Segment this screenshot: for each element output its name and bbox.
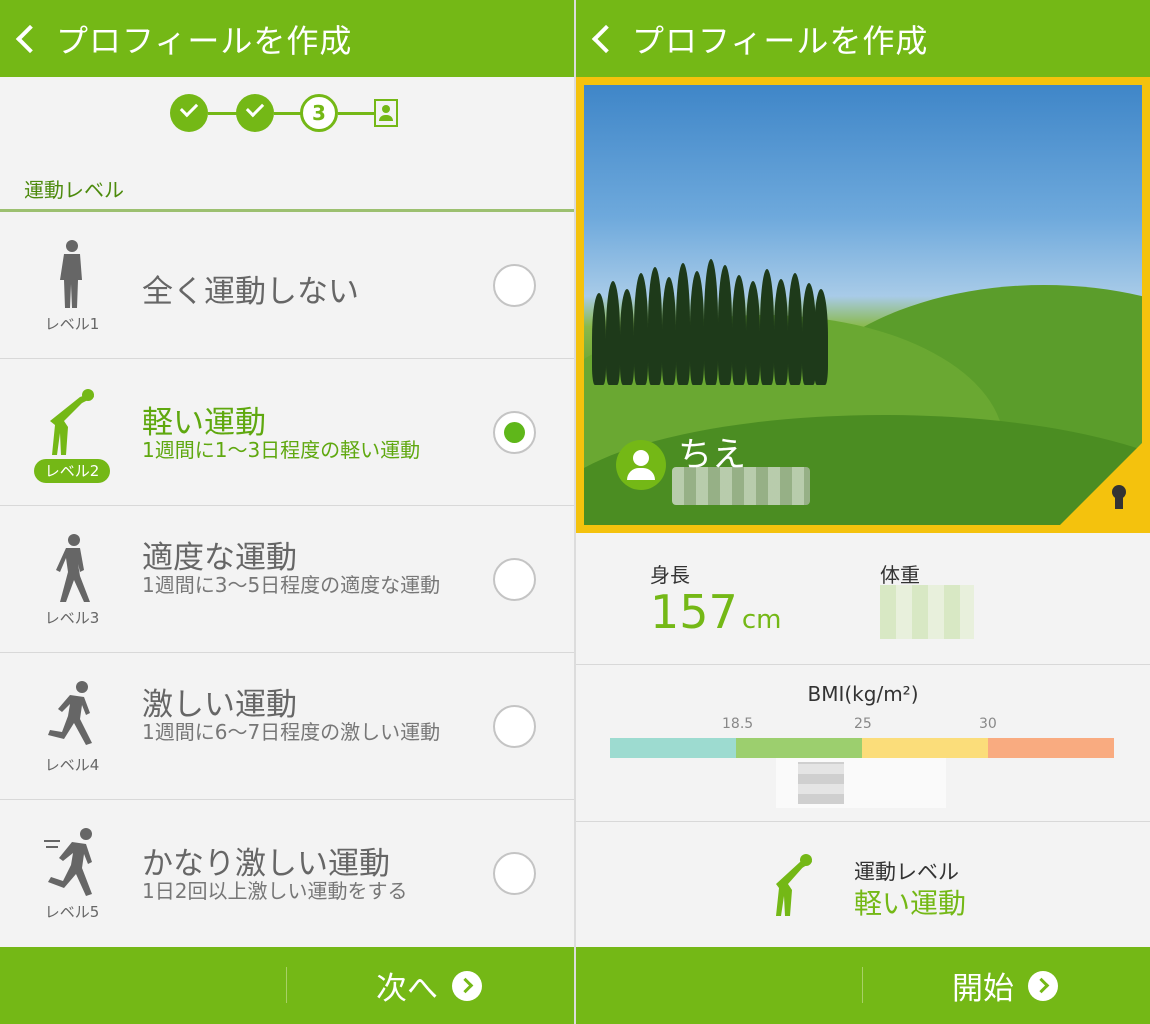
avatar-icon[interactable]	[616, 440, 666, 490]
level-title: 全く運動しない	[142, 274, 359, 310]
profile-cover-frame: ちえ	[576, 77, 1150, 533]
stretching-figure-icon	[50, 389, 94, 455]
bottom-bar: 次へ	[0, 947, 574, 1024]
level-row-1[interactable]: レベル1 全く運動しない	[0, 212, 574, 359]
step-1-check-icon	[170, 94, 208, 132]
app-bar-title: プロフィールを作成	[632, 21, 929, 60]
radio-icon[interactable]	[493, 264, 536, 307]
bmi-range-underweight	[610, 738, 736, 758]
radio-icon[interactable]	[493, 852, 536, 895]
running-figure-icon	[48, 681, 92, 745]
back-icon[interactable]	[15, 24, 45, 53]
sprinting-figure-icon	[44, 828, 92, 896]
level-description: 1週間に6〜7日程度の激しい運動	[142, 720, 441, 744]
level-row-3[interactable]: レベル3 適度な運動 1週間に3〜5日程度の適度な運動	[0, 506, 574, 653]
arrow-right-icon	[1028, 970, 1058, 1001]
level-row-5[interactable]: レベル5 かなり激しい運動 1日2回以上激しい運動をする	[0, 800, 574, 947]
level-title: 軽い運動	[142, 405, 266, 441]
level-description: 1週間に1〜3日程度の軽い運動	[142, 438, 421, 462]
bottom-bar-separator	[286, 967, 287, 1003]
progress-stepper: 3	[170, 94, 410, 134]
profile-card-icon	[374, 99, 398, 127]
body-stats: 身長 157 cm 体重	[576, 533, 1150, 665]
height-value: 157 cm	[650, 585, 781, 639]
bmi-tick: 30	[979, 716, 997, 732]
level-title: 適度な運動	[142, 540, 297, 576]
step-3-current: 3	[300, 94, 338, 132]
bmi-section: BMI(kg/m²) 18.5 25 30	[576, 666, 1150, 822]
corner-badge	[1060, 443, 1142, 525]
bmi-tick: 18.5	[722, 716, 754, 732]
level-badge: レベル4	[44, 756, 100, 774]
cypress-trees	[592, 255, 832, 385]
level-badge: レベル5	[44, 903, 100, 921]
redacted-weight	[880, 585, 974, 639]
height-number: 157	[650, 585, 738, 639]
step-connector	[208, 112, 238, 115]
step-2-check-icon	[236, 94, 274, 132]
exercise-level-value: 軽い運動	[854, 887, 967, 920]
level-row-4[interactable]: レベル4 激しい運動 1週間に6〜7日程度の激しい運動	[0, 653, 574, 800]
right-panel: プロフィールを作成 ちえ 身長 157 cm 体重 BMI(kg/m²) 18.…	[576, 0, 1150, 1024]
radio-icon[interactable]	[493, 558, 536, 601]
level-title: 激しい運動	[142, 687, 297, 723]
bmi-range-overweight	[862, 738, 988, 758]
lock-icon[interactable]	[1110, 485, 1128, 511]
section-label: 運動レベル	[24, 178, 124, 202]
bottom-bar-separator	[862, 967, 863, 1003]
radio-icon[interactable]	[493, 705, 536, 748]
radio-selected-icon[interactable]	[493, 411, 536, 454]
bmi-range-obese	[988, 738, 1114, 758]
walking-figure-icon	[56, 534, 90, 602]
level-badge-selected: レベル2	[34, 459, 110, 483]
redacted-info	[672, 467, 810, 505]
height-label: 身長	[650, 563, 690, 587]
bmi-title: BMI(kg/m²)	[807, 682, 919, 706]
exercise-level-list: レベル1 全く運動しない レベル2 軽い運動 1週間に1〜3日程度の軽い運動 レ…	[0, 212, 574, 947]
level-title: かなり激しい運動	[142, 846, 390, 882]
next-button-label: 次へ	[376, 971, 438, 1007]
level-badge: レベル3	[44, 609, 100, 627]
standing-figure-icon	[60, 240, 82, 308]
redacted-bmi	[776, 758, 946, 808]
step-connector	[274, 112, 302, 115]
level-badge: レベル1	[44, 315, 100, 333]
next-button[interactable]: 次へ	[376, 947, 482, 1024]
app-bar: プロフィールを作成	[576, 0, 1150, 77]
level-description: 1日2回以上激しい運動をする	[142, 879, 408, 903]
arrow-right-icon	[452, 970, 482, 1001]
level-row-2[interactable]: レベル2 軽い運動 1週間に1〜3日程度の軽い運動	[0, 359, 574, 506]
step-connector	[338, 112, 374, 115]
start-button-label: 開始	[952, 971, 1014, 1007]
stretching-figure-icon	[776, 854, 812, 916]
profile-cover-photo[interactable]	[584, 85, 1142, 525]
back-icon[interactable]	[591, 24, 621, 53]
app-bar: プロフィールを作成	[0, 0, 574, 77]
app-bar-title: プロフィールを作成	[56, 21, 353, 60]
start-button[interactable]: 開始	[952, 947, 1058, 1024]
bottom-bar: 開始	[576, 947, 1150, 1024]
bmi-tick: 25	[854, 716, 872, 732]
weight-label: 体重	[880, 563, 920, 587]
height-unit: cm	[741, 605, 782, 635]
left-panel: プロフィールを作成 3 運動レベル レベル1 全く運動しない レベル2 軽い運動…	[0, 0, 574, 1024]
bmi-range-normal	[736, 738, 862, 758]
level-description: 1週間に3〜5日程度の適度な運動	[142, 573, 441, 597]
